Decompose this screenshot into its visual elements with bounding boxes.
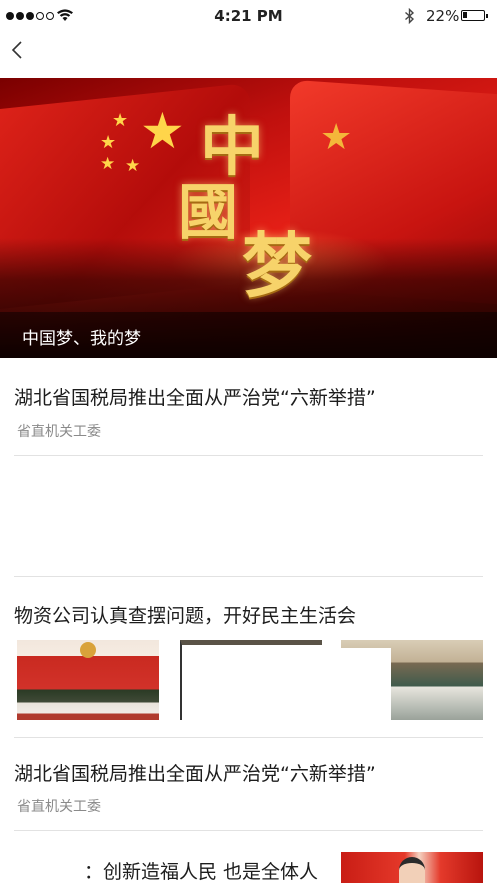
star-icon: ★ bbox=[100, 154, 116, 174]
star-icon: ★ bbox=[125, 156, 141, 176]
emblem-icon bbox=[80, 642, 96, 658]
battery-icon bbox=[461, 10, 488, 21]
article-thumbnail[interactable] bbox=[17, 640, 159, 720]
article-source: 省直机关工委 bbox=[17, 424, 101, 440]
banner-caption: 中国梦、我的梦 bbox=[22, 329, 141, 349]
article-thumbnail[interactable] bbox=[341, 640, 483, 720]
star-icon: ★ bbox=[100, 132, 117, 153]
calligraphy-char: 國 bbox=[178, 178, 238, 248]
article-title[interactable]: ：创新造福人民 也是全体人 bbox=[84, 857, 318, 884]
chevron-left-icon bbox=[11, 41, 22, 59]
article-thumbnail[interactable] bbox=[180, 640, 322, 720]
star-icon: ★ bbox=[112, 110, 129, 131]
article-title[interactable]: 物资公司认真查摆问题，开好民主生活会 bbox=[14, 601, 356, 628]
battery-percent: 22% bbox=[426, 7, 460, 25]
status-bar: 4:21 PM 22% bbox=[0, 0, 497, 34]
divider bbox=[14, 576, 483, 577]
divider bbox=[14, 737, 483, 738]
star-icon: ★ bbox=[140, 102, 185, 160]
status-time: 4:21 PM bbox=[214, 7, 283, 25]
article-title[interactable]: 湖北省国税局推出全面从严治党“六新举措” bbox=[14, 383, 376, 410]
article-title[interactable]: 湖北省国税局推出全面从严治党“六新举措” bbox=[14, 759, 376, 786]
calligraphy-char: 梦 bbox=[242, 224, 312, 307]
divider bbox=[14, 830, 483, 831]
banner-caption-bar: 中国梦、我的梦 bbox=[0, 312, 497, 358]
bluetooth-icon bbox=[405, 8, 415, 24]
portrait-photo bbox=[399, 857, 425, 883]
article-thumbnail[interactable] bbox=[341, 852, 483, 883]
back-button[interactable] bbox=[8, 38, 28, 62]
article-source: 省直机关工委 bbox=[17, 799, 101, 815]
divider bbox=[14, 455, 483, 456]
star-icon: ★ bbox=[320, 117, 353, 158]
banner-carousel[interactable]: ★ ★ ★ ★ ★ ★ 中 國 梦 中国梦、我的梦 bbox=[0, 78, 497, 358]
